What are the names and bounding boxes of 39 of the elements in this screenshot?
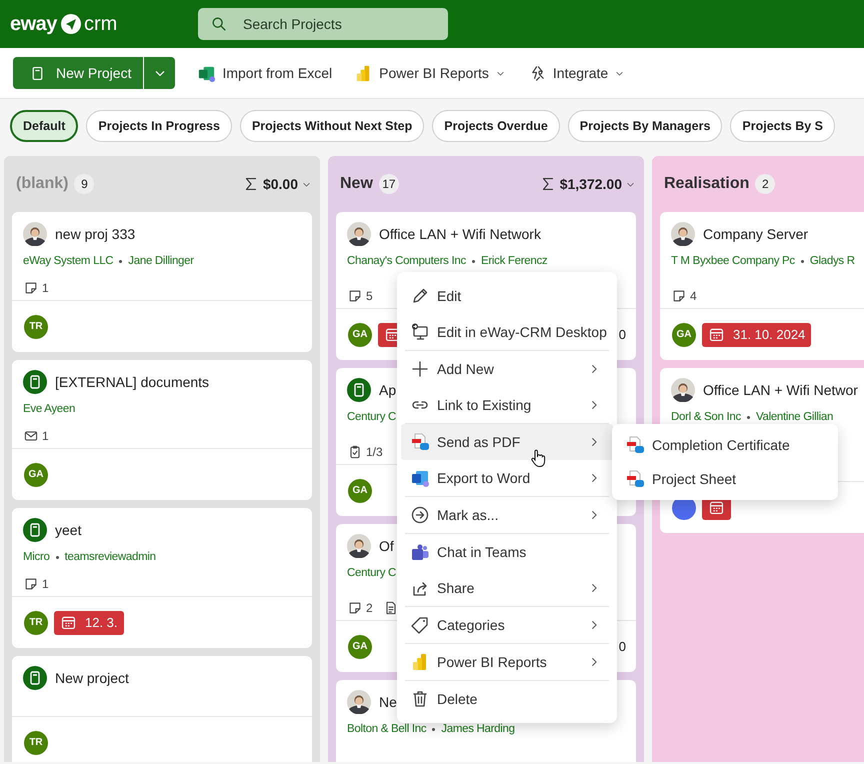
card-amount: 0 [618,327,626,342]
card-title: [EXTERNAL] documents [55,374,210,390]
due-date-badge: 31. 10. 2024 [702,322,812,346]
logo-text: eway [10,12,57,36]
column-title: Realisation [664,175,750,193]
card-amount: 0 [618,639,626,654]
card-title: new proj 333 [55,226,136,242]
count-badge: 2 [755,174,776,194]
count-badge: 17 [378,174,399,194]
owner-avatar: GA [672,322,696,346]
column-title: New [340,175,373,193]
owner-avatar: TR [24,314,48,338]
card-title: Office LAN + Wifi Network [379,226,541,242]
card-title: yeet [55,522,82,538]
logo-text: crm [84,12,118,36]
stat-count: 2 [366,601,373,615]
card-title: Ap [379,382,396,398]
column-sum: $0.00 [262,176,298,192]
stat-count: 1 [42,429,49,443]
card-title: New project [55,670,129,686]
stat-count: 4 [690,289,697,303]
card-title: Office LAN + Wifi Networ [703,382,858,398]
count-badge: 9 [74,174,94,194]
owner-avatar: TR [24,730,48,754]
stat-count: 5 [366,289,373,303]
column-title: (blank) [16,175,68,193]
column-sum: $1,372.00 [560,176,622,192]
due-date-badge: 12. 3. [54,610,124,634]
owner-avatar: GA [348,634,372,658]
card-title: Company Server [703,226,808,242]
owner-avatar: GA [348,478,372,502]
card-title: Ne [379,694,397,710]
stat-count: 1 [42,577,49,591]
stat-count: 1/3 [366,445,383,459]
owner-avatar: TR [24,610,48,634]
owner-avatar: GA [24,462,48,486]
card-title: Of [379,538,394,554]
owner-avatar: GA [348,322,372,346]
stat-count: 1 [42,281,49,295]
